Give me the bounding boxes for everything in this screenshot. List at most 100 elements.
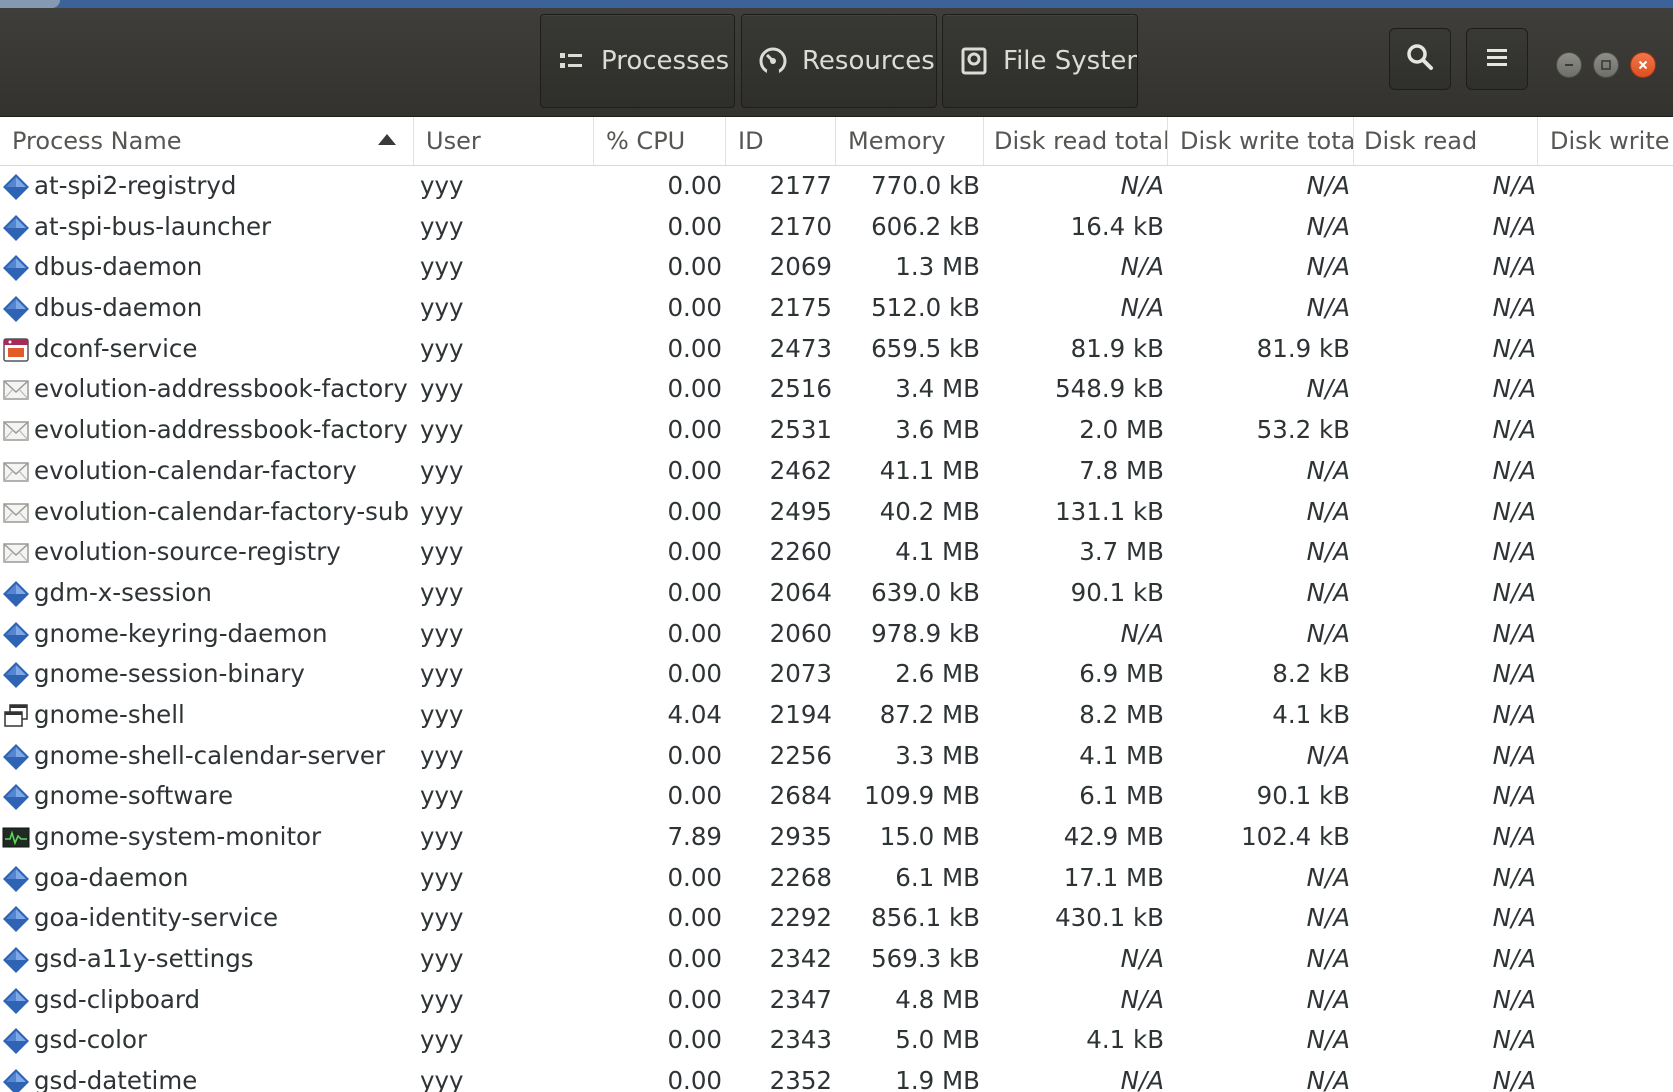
disk-write-total-cell: N/A (1306, 252, 1350, 282)
disk-write-total-cell: N/A (1306, 293, 1350, 323)
pid-cell: 2343 (769, 1025, 832, 1055)
user-cell: yyy (420, 984, 464, 1014)
memory-cell: 40.2 MB (879, 496, 980, 526)
minimize-icon (1563, 56, 1575, 75)
memory-cell: 4.1 MB (895, 537, 980, 567)
pid-cell: 2347 (769, 984, 832, 1014)
table-row[interactable]: gsd-datetime yyy 0.00 2352 1.9 MB N/A N/A N/A (0, 1061, 1673, 1092)
user-cell: yyy (420, 455, 464, 485)
column-header-cpu[interactable]: % CPU (594, 117, 726, 165)
table-row[interactable]: at-spi-bus-launcher yyy 0.00 2170 606.2 kB 16… (0, 207, 1673, 248)
pid-cell: 2177 (769, 171, 832, 200)
table-row[interactable]: gnome-keyring-daemon yyy 0.00 2060 978.9 kB N… (0, 614, 1673, 655)
pid-cell: 2170 (769, 211, 832, 241)
column-header-label: Memory (848, 127, 946, 155)
table-row[interactable]: evolution-addressbook-factory yyy 0.00 2531… (0, 410, 1673, 451)
disk-read-cell: N/A (1492, 496, 1536, 526)
disk-read-cell: N/A (1492, 293, 1536, 323)
table-row[interactable]: goa-daemon yyy 0.00 2268 6.1 MB 17.1 MB N/A N/A (0, 858, 1673, 899)
table-row[interactable]: gnome-session-binary yyy 0.00 2073 2.6 MB 6.9… (0, 654, 1673, 695)
disk-write-total-cell: 81.9 kB (1256, 333, 1350, 363)
maximize-button[interactable] (1593, 52, 1619, 78)
cpu-cell: 0.00 (667, 455, 722, 485)
disk-write-total-cell: N/A (1306, 211, 1350, 241)
table-row[interactable]: gnome-shell-calendar-server yyy 0.00 2256 3.… (0, 736, 1673, 777)
process-name-cell: evolution-addressbook-factory (34, 374, 408, 404)
user-cell: yyy (420, 374, 464, 404)
disk-write-total-cell: 8.2 kB (1272, 659, 1350, 689)
close-button[interactable] (1630, 52, 1656, 78)
user-cell: yyy (420, 862, 464, 892)
column-header-process-name[interactable]: Process Name (0, 117, 414, 165)
tab-resources[interactable]: Resources (741, 14, 937, 108)
table-body: at-spi2-registryd yyy 0.00 2177 770.0 kB N/A N… (0, 166, 1673, 1092)
disk-read-total-cell: 4.1 kB (1086, 1025, 1164, 1055)
generic-diamond-icon (2, 1027, 30, 1055)
pid-cell: 2073 (769, 659, 832, 689)
table-row[interactable]: evolution-calendar-factory-sub yyy 0.00 249… (0, 492, 1673, 533)
column-header-disk-read-total[interactable]: Disk read total (984, 117, 1168, 165)
menu-button[interactable] (1466, 28, 1528, 90)
column-header-label: Disk read total (994, 127, 1168, 155)
column-header-disk-write-total[interactable]: Disk write total (1168, 117, 1354, 165)
tab-file-systems[interactable]: File Systems (942, 14, 1138, 108)
table-row[interactable]: gsd-clipboard yyy 0.00 2347 4.8 MB N/A N/A N/A (0, 980, 1673, 1021)
memory-cell: 770.0 kB (871, 171, 980, 200)
column-header-label: Disk write (1550, 127, 1670, 155)
disk-write-total-cell: N/A (1306, 496, 1350, 526)
disk-read-total-cell: 7.8 MB (1079, 455, 1164, 485)
table-row[interactable]: gnome-software yyy 0.00 2684 109.9 MB 6.1 MB 9… (0, 776, 1673, 817)
monitor-icon (2, 824, 30, 852)
disk-read-total-cell: 42.9 MB (1063, 822, 1164, 851)
table-row[interactable]: dconf-service yyy 0.00 2473 659.5 kB 81.9 kB 8… (0, 329, 1673, 370)
process-name-cell: evolution-calendar-factory-sub (34, 496, 410, 526)
column-header-user[interactable]: User (414, 117, 594, 165)
cpu-cell: 0.00 (667, 333, 722, 363)
search-button[interactable] (1389, 28, 1451, 90)
pid-cell: 2175 (769, 293, 832, 323)
minimize-button[interactable] (1556, 52, 1582, 78)
disk-read-total-cell: N/A (1120, 618, 1164, 648)
column-header-disk-write[interactable]: Disk write (1538, 117, 1673, 165)
table-row[interactable]: gsd-a11y-settings yyy 0.00 2342 569.3 kB N/A N… (0, 939, 1673, 980)
user-cell: yyy (420, 211, 464, 241)
table-row[interactable]: gsd-color yyy 0.00 2343 5.0 MB 4.1 kB N/A N/A (0, 1020, 1673, 1061)
cpu-cell: 0.00 (667, 537, 722, 567)
table-row[interactable]: dbus-daemon yyy 0.00 2175 512.0 kB N/A N/A N/A (0, 288, 1673, 329)
disk-read-cell: N/A (1492, 211, 1536, 241)
disk-read-total-cell: 16.4 kB (1070, 211, 1164, 241)
memory-cell: 3.4 MB (895, 374, 980, 404)
disk-write-total-cell: N/A (1306, 1066, 1350, 1092)
user-cell: yyy (420, 537, 464, 567)
column-header-disk-read[interactable]: Disk read (1354, 117, 1538, 165)
table-row[interactable]: gdm-x-session yyy 0.00 2064 639.0 kB 90.1 kB N… (0, 573, 1673, 614)
column-header-id[interactable]: ID (726, 117, 836, 165)
process-name-cell: gsd-a11y-settings (34, 944, 254, 974)
disk-write-total-cell: N/A (1306, 740, 1350, 770)
process-name-cell: dbus-daemon (34, 293, 203, 323)
table-row[interactable]: dbus-daemon yyy 0.00 2069 1.3 MB N/A N/A N/A (0, 247, 1673, 288)
process-name-cell: dbus-daemon (34, 252, 203, 282)
window-icon (2, 702, 30, 730)
disk-read-total-cell: N/A (1120, 293, 1164, 323)
table-row[interactable]: evolution-addressbook-factory yyy 0.00 2516… (0, 369, 1673, 410)
table-row[interactable]: evolution-calendar-factory yyy 0.00 2462 41.… (0, 451, 1673, 492)
process-name-cell: evolution-source-registry (34, 537, 341, 567)
sort-ascending-icon (378, 134, 396, 145)
generic-diamond-icon (2, 905, 30, 933)
disk-read-total-cell: 430.1 kB (1055, 903, 1164, 933)
table-row[interactable]: gnome-shell yyy 4.04 2194 87.2 MB 8.2 MB 4.1 k… (0, 695, 1673, 736)
table-row[interactable]: goa-identity-service yyy 0.00 2292 856.1 kB 4… (0, 898, 1673, 939)
column-header-memory[interactable]: Memory (836, 117, 984, 165)
user-cell: yyy (420, 699, 464, 729)
memory-cell: 569.3 kB (871, 944, 980, 974)
table-row[interactable]: evolution-source-registry yyy 0.00 2260 4.1 … (0, 532, 1673, 573)
generic-diamond-icon (2, 987, 30, 1015)
memory-cell: 109.9 MB (864, 781, 980, 811)
table-row[interactable]: at-spi2-registryd yyy 0.00 2177 770.0 kB N/A N… (0, 166, 1673, 207)
tab-resources-label: Resources (802, 46, 935, 76)
tab-processes[interactable]: Processes (540, 14, 735, 108)
memory-cell: 639.0 kB (871, 577, 980, 607)
cpu-cell: 0.00 (667, 659, 722, 689)
table-row[interactable]: gnome-system-monitor yyy 7.89 2935 15.0 MB 42… (0, 817, 1673, 858)
